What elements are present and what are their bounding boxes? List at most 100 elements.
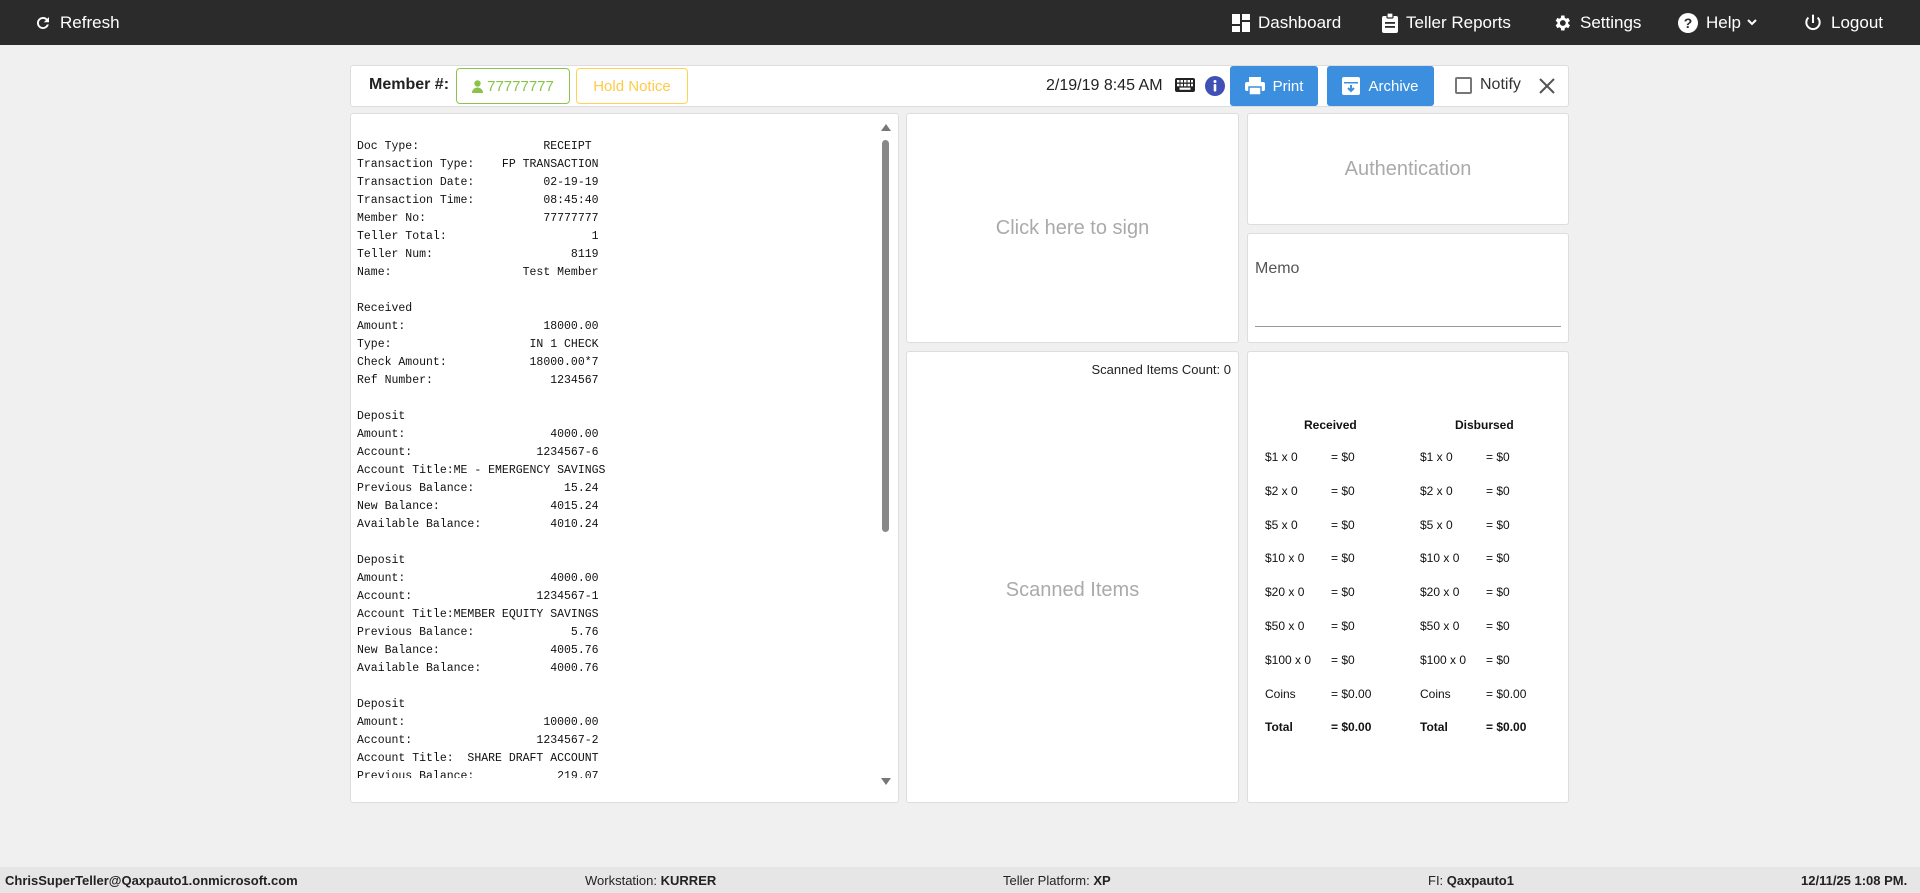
workstation-status: Workstation: KURRER [585, 873, 716, 888]
dashboard-icon [1232, 13, 1250, 32]
receipt-line: Transaction Date: 02-19-19 [357, 176, 599, 189]
member-number: 77777777 [487, 77, 554, 95]
receipt-line: Transaction Type: FP TRANSACTION [357, 158, 599, 171]
svg-text:?: ? [1684, 15, 1693, 31]
disbursed-denomination-label: $100 x 0 [1420, 653, 1467, 667]
dashboard-link[interactable]: Dashboard [1232, 0, 1341, 45]
disbursed-denomination-value: = $0 [1486, 551, 1510, 565]
memo-input[interactable] [1255, 326, 1561, 327]
scroll-thumb[interactable] [882, 140, 889, 532]
logout-button[interactable]: Logout [1803, 0, 1883, 45]
received-denomination-value: = $0 [1331, 551, 1355, 565]
user-icon [472, 79, 484, 93]
receipt-line: Teller Num: 8119 [357, 248, 599, 261]
received-denomination-value: = $0 [1331, 653, 1355, 667]
settings-link[interactable]: Settings [1552, 0, 1641, 45]
platform-status: Teller Platform: XP [1003, 873, 1111, 888]
platform-label: Teller Platform: [1003, 873, 1090, 888]
received-denomination-value: = $0 [1331, 619, 1355, 633]
received-denomination-label: $2 x 0 [1265, 484, 1298, 498]
refresh-button[interactable]: Refresh [34, 0, 120, 45]
receipt-line: Amount: 4000.00 [357, 428, 599, 441]
disbursed-denomination-value: = $0.00 [1486, 687, 1527, 701]
received-denomination-label: $100 x 0 [1265, 653, 1312, 667]
receipt-line: Teller Total: 1 [357, 230, 599, 243]
receipt-line: Account: 1234567-6 [357, 446, 599, 459]
info-icon[interactable] [1205, 76, 1225, 96]
fi-label: FI: [1428, 873, 1444, 888]
notify-label: Notify [1480, 76, 1521, 93]
hold-notice-label: Hold Notice [593, 77, 671, 95]
member-number-button[interactable]: 77777777 [456, 68, 570, 104]
receipt-line: Amount: 18000.00 [357, 320, 599, 333]
disbursed-denomination-value: = $0 [1486, 585, 1510, 599]
chevron-down-icon [1747, 18, 1757, 25]
close-icon[interactable] [1538, 77, 1556, 95]
logout-label: Logout [1831, 12, 1883, 32]
received-denomination-value: = $0 [1331, 484, 1355, 498]
scanned-items-title: Scanned Items [1005, 579, 1140, 601]
hold-notice-button[interactable]: Hold Notice [576, 68, 688, 104]
fi-value: Qaxpauto1 [1446, 873, 1514, 888]
receipt-line: Deposit [357, 554, 406, 567]
help-menu[interactable]: ? Help [1678, 0, 1757, 45]
received-denomination-value: = $0 [1331, 518, 1355, 532]
teller-reports-link[interactable]: Teller Reports [1382, 0, 1511, 45]
print-label: Print [1272, 77, 1304, 95]
received-denomination-label: Total [1265, 720, 1293, 734]
received-denomination-value: = $0.00 [1331, 687, 1372, 701]
help-label: Help [1706, 12, 1741, 32]
transaction-datetime: 2/19/19 8:45 AM [1046, 77, 1163, 94]
scanned-items-count: Scanned Items Count: 0 [1091, 362, 1231, 377]
scroll-up-arrow-icon[interactable] [881, 124, 891, 131]
receipt-line: Account: 1234567-1 [357, 590, 599, 603]
receipt-line: Deposit [357, 410, 406, 423]
disbursed-denomination-label: $50 x 0 [1420, 619, 1460, 633]
received-denomination-label: $20 x 0 [1265, 585, 1305, 599]
member-label: Member #: [369, 76, 450, 93]
received-denomination-value: = $0 [1331, 585, 1355, 599]
disbursed-header: Disbursed [1455, 418, 1514, 432]
fi-status: FI: Qaxpauto1 [1428, 873, 1514, 888]
status-footer: ChrisSuperTeller@Qaxpauto1.onmicrosoft.c… [0, 867, 1920, 893]
help-icon: ? [1678, 12, 1698, 33]
disbursed-denomination-label: $10 x 0 [1420, 551, 1460, 565]
receipt-line: Transaction Time: 08:45:40 [357, 194, 599, 207]
printer-icon [1244, 77, 1265, 95]
settings-label: Settings [1580, 12, 1642, 32]
notify-checkbox-box[interactable] [1455, 76, 1472, 94]
receipt-scrollbar[interactable] [879, 122, 891, 790]
workstation-value: KURRER [660, 873, 717, 888]
receipt-line [357, 282, 877, 300]
received-denomination-label: $10 x 0 [1265, 551, 1305, 565]
receipt-line [357, 390, 877, 408]
dashboard-label: Dashboard [1258, 12, 1342, 32]
disbursed-denomination-value: = $0 [1486, 450, 1510, 464]
receipt-line: Deposit [357, 698, 406, 711]
scroll-down-arrow-icon[interactable] [881, 778, 891, 785]
disbursed-denomination-label: $2 x 0 [1420, 484, 1453, 498]
receipt-line: Amount: 10000.00 [357, 716, 599, 729]
disbursed-denomination-value: = $0 [1486, 619, 1510, 633]
notify-checkbox[interactable]: Notify [1455, 76, 1521, 94]
archive-icon [1342, 77, 1361, 95]
disbursed-denomination-value: = $0 [1486, 518, 1510, 532]
authentication-panel[interactable]: Authentication [1247, 113, 1569, 225]
receipt-line: Previous Balance: 5.76 [357, 626, 599, 639]
print-button[interactable]: Print [1230, 66, 1318, 106]
archive-label: Archive [1368, 77, 1419, 95]
gear-icon [1555, 15, 1570, 30]
archive-button[interactable]: Archive [1327, 66, 1434, 106]
signature-pad[interactable]: Click here to sign [906, 113, 1239, 343]
receipt-line: Available Balance: 4000.76 [357, 662, 599, 675]
power-icon [1805, 14, 1821, 30]
receipt-line: Type: IN 1 CHECK [357, 338, 599, 351]
keyboard-icon[interactable] [1175, 78, 1195, 92]
scanned-items-panel: Scanned Items Count: 0 Scanned Items [906, 351, 1239, 803]
disbursed-denomination-value: = $0 [1486, 653, 1510, 667]
receipt-line: Account Title:MEMBER EQUITY SAVINGS [357, 608, 599, 621]
memo-field-label: Memo [1255, 260, 1300, 277]
disbursed-denomination-value: = $0.00 [1486, 720, 1527, 734]
platform-value: XP [1093, 873, 1111, 888]
receipt-scroll-area[interactable]: Doc Type: RECEIPT Transaction Type: FP TR… [357, 138, 877, 778]
